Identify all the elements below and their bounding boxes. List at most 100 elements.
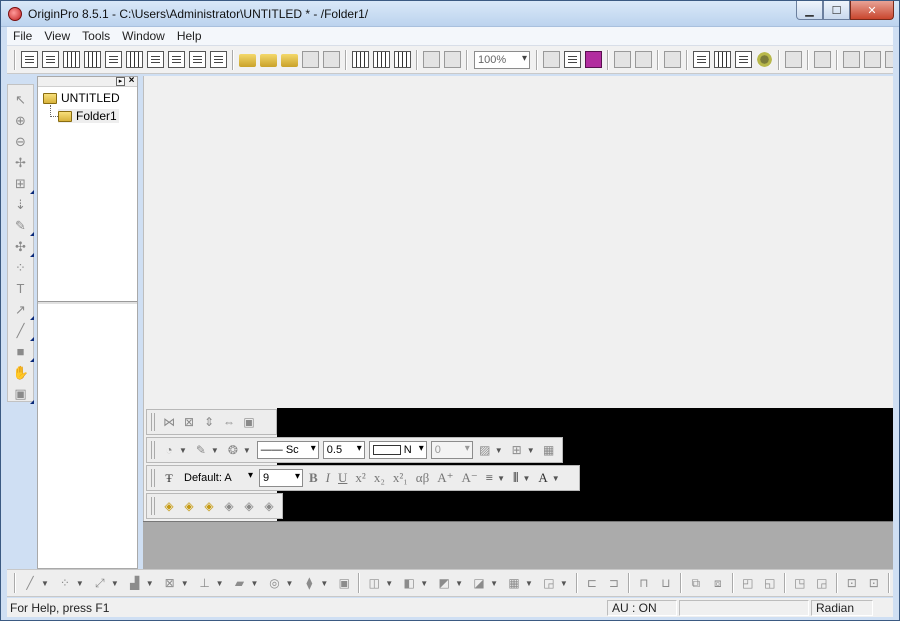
superscript-icon[interactable]: x² bbox=[355, 470, 365, 486]
refresh-icon[interactable] bbox=[614, 51, 631, 68]
open-icon[interactable] bbox=[239, 54, 256, 67]
dropdown-arrow[interactable]: ▼ bbox=[495, 446, 503, 455]
align-icon[interactable]: ≡ bbox=[486, 470, 493, 486]
dropdown-arrow[interactable]: ▼ bbox=[525, 579, 533, 588]
layout-3-icon[interactable] bbox=[885, 51, 893, 68]
increase-font-icon[interactable]: A⁺ bbox=[437, 470, 453, 486]
bold-icon[interactable]: B bbox=[309, 470, 318, 486]
line-style-select[interactable]: —— Sc ▾ bbox=[256, 441, 319, 459]
data-reader-icon[interactable]: ⊞ bbox=[13, 176, 34, 194]
layout-1-icon[interactable] bbox=[843, 51, 860, 68]
import-wizard-icon[interactable] bbox=[394, 51, 411, 68]
align-right-icon[interactable]: ⊐ bbox=[607, 576, 621, 590]
menu-window[interactable]: Window bbox=[116, 29, 171, 43]
draw-data-icon[interactable]: ✎ bbox=[13, 218, 34, 236]
menu-tools[interactable]: Tools bbox=[76, 29, 116, 43]
toolbar-grip[interactable] bbox=[151, 413, 155, 431]
new-graph-icon[interactable] bbox=[105, 51, 122, 68]
align-bottom-icon[interactable]: ⊔ bbox=[659, 576, 673, 590]
fill-color-icon[interactable]: ◔ bbox=[162, 443, 176, 457]
new-notes-icon[interactable] bbox=[210, 51, 227, 68]
close-button[interactable]: ✕ bbox=[850, 1, 894, 20]
zoom-select[interactable]: 100% bbox=[474, 50, 530, 69]
graph-layer-icon[interactable] bbox=[814, 51, 831, 68]
select-icon[interactable]: ⊡ bbox=[845, 576, 859, 590]
toolbar-grip[interactable] bbox=[151, 497, 155, 515]
3d-contour-icon[interactable]: ◪ bbox=[472, 576, 486, 590]
line-width-select[interactable]: 0.5 ▾ bbox=[322, 441, 365, 459]
menu-help[interactable]: Help bbox=[171, 29, 208, 43]
box-chart-icon[interactable]: ⧫ bbox=[302, 576, 316, 590]
decrease-font-icon[interactable]: A⁻ bbox=[461, 470, 477, 486]
font-color-icon[interactable]: A bbox=[538, 470, 547, 486]
maximize-button[interactable]: ☐ bbox=[823, 1, 850, 20]
dropdown-arrow[interactable]: ▼ bbox=[251, 579, 259, 588]
dropdown-arrow[interactable]: ▼ bbox=[497, 474, 505, 483]
hatch-icon[interactable]: ▨ bbox=[478, 443, 492, 457]
dropdown-arrow[interactable]: ▼ bbox=[385, 579, 393, 588]
multi-curve-icon[interactable]: ⊠ bbox=[163, 576, 177, 590]
toolbar-grip[interactable] bbox=[14, 573, 16, 593]
rescale-icon[interactable]: ⋈ bbox=[162, 415, 176, 429]
column-chart-icon[interactable]: ▟ bbox=[128, 576, 142, 590]
dropdown-arrow[interactable]: ▼ bbox=[420, 579, 428, 588]
greek-icon[interactable]: αβ bbox=[416, 470, 429, 486]
italic-icon[interactable]: I bbox=[326, 470, 330, 486]
open-template-icon[interactable] bbox=[260, 54, 277, 67]
new-layout-icon[interactable] bbox=[189, 51, 206, 68]
tree-item-folder1[interactable]: Folder1 bbox=[58, 109, 119, 123]
zoom-out-icon[interactable]: ⊖ bbox=[13, 134, 29, 150]
column-align-icon[interactable]: ⫴ bbox=[513, 470, 518, 486]
explorer-header[interactable]: ▸ × bbox=[38, 76, 137, 87]
data-selector-icon[interactable]: ⇣ bbox=[13, 197, 29, 213]
front-icon[interactable]: ◰ bbox=[741, 576, 755, 590]
shrink-icon[interactable]: ⇔ bbox=[222, 415, 236, 429]
object-1-icon[interactable]: ◈ bbox=[162, 499, 176, 513]
backward-icon[interactable]: ◲ bbox=[815, 576, 829, 590]
zoom-in-icon[interactable]: ⊕ bbox=[13, 113, 29, 129]
list-icon[interactable] bbox=[635, 51, 652, 68]
code-builder-icon[interactable] bbox=[585, 51, 602, 68]
3d-wire-icon[interactable]: ◩ bbox=[437, 576, 451, 590]
add-column-icon[interactable] bbox=[785, 51, 802, 68]
print-icon[interactable] bbox=[543, 51, 560, 68]
dropdown-arrow[interactable]: ▼ bbox=[76, 579, 84, 588]
dropdown-arrow[interactable]: ▼ bbox=[179, 446, 187, 455]
lock-icon[interactable]: ▣ bbox=[242, 415, 256, 429]
line-symbol-icon[interactable]: ⤢ bbox=[93, 576, 107, 590]
align-left-icon[interactable]: ⊏ bbox=[585, 576, 599, 590]
align-top-icon[interactable]: ⊓ bbox=[637, 576, 651, 590]
line-plot-icon[interactable]: ╱ bbox=[23, 576, 37, 590]
hierarchy-icon[interactable] bbox=[664, 51, 681, 68]
font-select[interactable]: Default: A ▾ bbox=[181, 469, 255, 487]
table-icon[interactable]: ▦ bbox=[542, 443, 556, 457]
statistics-icon[interactable]: ⊥ bbox=[198, 576, 212, 590]
menu-view[interactable]: View bbox=[38, 29, 76, 43]
line-tool-icon[interactable]: ╱ bbox=[13, 323, 34, 341]
transparency-select[interactable]: 0 ▾ bbox=[430, 441, 473, 459]
back-icon[interactable]: ◱ bbox=[763, 576, 777, 590]
dropdown-arrow[interactable]: ▼ bbox=[490, 579, 498, 588]
code-gear-icon[interactable] bbox=[756, 51, 773, 68]
recalculate-icon[interactable] bbox=[444, 51, 461, 68]
dropdown-arrow[interactable]: ▼ bbox=[41, 579, 49, 588]
tree-item-untitled[interactable]: UNTITLED bbox=[43, 91, 120, 105]
dropdown-arrow[interactable]: ▼ bbox=[522, 474, 530, 483]
matrix-plot-icon[interactable]: ▦ bbox=[507, 576, 521, 590]
duplicate-icon[interactable] bbox=[423, 51, 440, 68]
dropdown-arrow[interactable]: ▼ bbox=[211, 446, 219, 455]
import-multiple-ascii-icon[interactable] bbox=[373, 51, 390, 68]
close-explorer-icon[interactable]: × bbox=[127, 76, 136, 86]
minimize-button[interactable]: ▁ bbox=[796, 1, 823, 20]
new-project-icon[interactable] bbox=[21, 51, 38, 68]
dropdown-arrow[interactable]: ▼ bbox=[111, 579, 119, 588]
save-template-icon[interactable] bbox=[323, 51, 340, 68]
layout-2-icon[interactable] bbox=[864, 51, 881, 68]
color-select[interactable]: N ▾ bbox=[368, 441, 427, 459]
image-plot-icon[interactable]: ◲ bbox=[542, 576, 556, 590]
title-bar[interactable]: OriginPro 8.5.1 - C:\Users\Administrator… bbox=[1, 1, 899, 27]
region-icon[interactable]: ▣ bbox=[13, 386, 34, 404]
subscript-icon[interactable]: x₂ bbox=[374, 470, 385, 486]
dropdown-arrow[interactable]: ▼ bbox=[243, 446, 251, 455]
expand-icon[interactable]: ⇕ bbox=[202, 415, 216, 429]
